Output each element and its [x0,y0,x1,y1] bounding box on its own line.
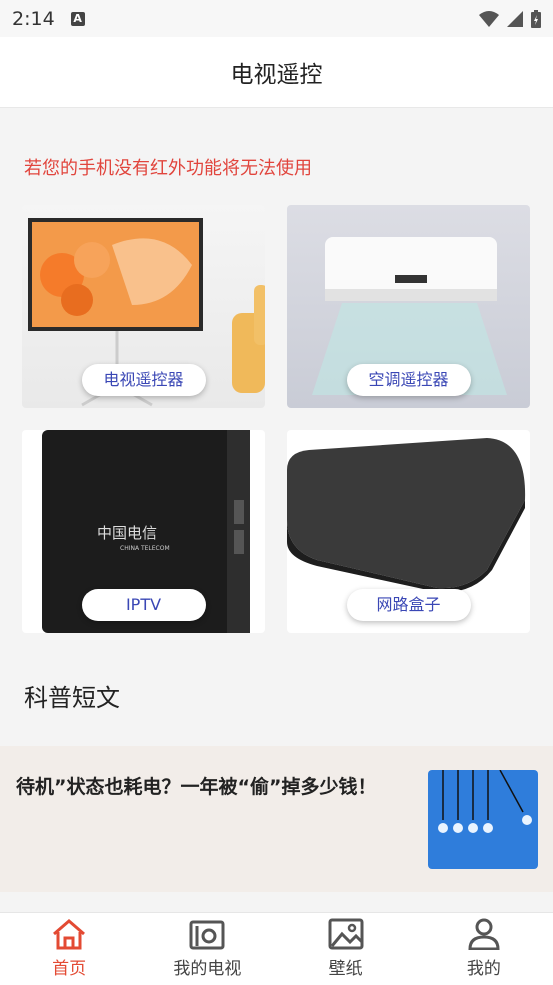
page-header: 电视遥控 [0,37,553,108]
iptv-card[interactable]: 中国电信 CHINA TELECOM IPTV [22,430,265,633]
light-bulbs-image [428,770,538,869]
tv-remote-button[interactable]: 电视遥控器 [81,364,206,396]
ac-remote-card[interactable]: 空调遥控器 [287,205,530,408]
tv-remote-card[interactable]: 电视遥控器 [22,205,265,408]
network-box-button[interactable]: 网路盒子 [346,589,471,621]
article-thumbnail[interactable] [428,770,538,869]
section-title: 科普短文 [24,684,120,712]
tab-profile-label: 我的 [466,959,501,979]
notification-a-icon: A [70,11,85,26]
page-title: 电视遥控 [230,62,323,88]
tab-home[interactable]: 首页 [0,913,138,985]
status-time: 2:14 [12,7,55,30]
wifi-icon [479,10,499,27]
tv-icon [189,920,225,950]
article-item[interactable]: 待机”状态也耗电？一年被“偷”掉多少钱！ [0,746,553,892]
tab-wallpaper-label: 壁纸 [328,959,363,979]
tab-home-label: 首页 [52,959,87,979]
network-box-card[interactable]: 网路盒子 [287,430,530,633]
home-icon [53,919,86,950]
iptv-button[interactable]: IPTV [81,589,206,621]
user-icon [468,918,500,950]
status-bar: 2:14 A [0,0,553,37]
tab-profile[interactable]: 我的 [415,913,553,985]
infrared-warning: 若您的手机没有红外功能将无法使用 [24,158,312,179]
signal-icon [507,10,523,27]
article-title[interactable]: 待机”状态也耗电？一年被“偷”掉多少钱！ [16,772,376,799]
ac-remote-button[interactable]: 空调遥控器 [346,364,471,396]
tab-my-tv-label: 我的电视 [173,959,242,979]
tab-my-tv[interactable]: 我的电视 [138,913,276,985]
tab-wallpaper[interactable]: 壁纸 [277,913,415,985]
main-content[interactable]: 若您的手机没有红外功能将无法使用 电视遥控器 空调遥控器 中国电信 CHINA … [0,108,553,914]
svg-text:CHINA TELECOM: CHINA TELECOM [120,545,170,552]
svg-text:中国电信: 中国电信 [97,524,157,542]
image-icon [328,918,364,950]
bottom-tab-bar: 首页 我的电视 壁纸 我的 [0,912,553,985]
battery-icon [531,9,541,28]
